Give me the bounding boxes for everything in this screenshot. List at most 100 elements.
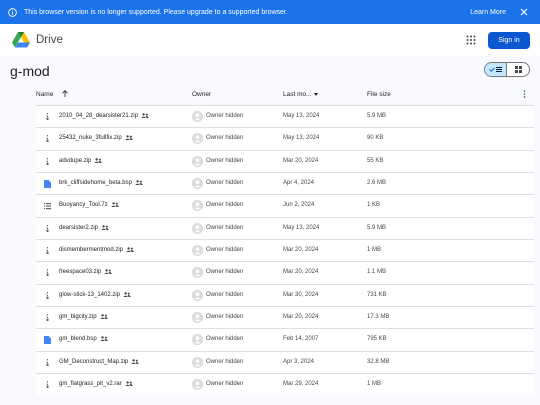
file-name-text: 2010_04_28_dearsister21.zip — [59, 113, 139, 120]
file-name-text: freespace03.zip — [59, 269, 102, 276]
grid-view-button[interactable] — [507, 63, 529, 76]
sign-in-button[interactable]: Sign in — [488, 31, 530, 49]
owner-text: Owner hidden — [206, 269, 244, 276]
shared-icon — [99, 314, 108, 320]
more-options-icon[interactable] — [523, 90, 526, 98]
list-view-button[interactable] — [485, 63, 508, 76]
shared-icon — [124, 381, 133, 387]
file-name[interactable]: freespace03.zip — [59, 269, 113, 276]
file-size-text: 55 KB — [367, 157, 384, 164]
doc-icon — [44, 180, 51, 189]
file-name[interactable]: gm_flatgrass_pit_v2.rar — [59, 381, 133, 387]
owner-text: Owner hidden — [206, 358, 244, 365]
info-icon — [8, 7, 17, 17]
apps-grid-icon[interactable] — [466, 35, 476, 45]
file-name-text: Buoyancy_Tool.7z — [59, 202, 108, 209]
file-name-text: advdupe.zip — [59, 157, 92, 164]
table-row[interactable]: GM_Deconstruct_Map.zip Owner hidden Apr 3,… — [36, 350, 534, 374]
table-row[interactable]: 2010_04_28_dearsister21.zip Owner hidden M… — [36, 105, 534, 128]
avatar — [192, 289, 203, 301]
avatar — [192, 334, 203, 346]
table-row[interactable]: freespace03.zip Owner hidden Mar 20, 2024 1… — [36, 261, 534, 284]
last-modified-text: Mar 20, 2024 — [283, 247, 319, 254]
learn-more-link[interactable]: Learn More — [470, 9, 506, 16]
file-name[interactable]: brk_cliffsidehome_beta.bsp — [59, 180, 143, 186]
last-modified-text: Jun 2, 2024 — [283, 202, 315, 209]
shared-icon — [131, 358, 140, 364]
file-name[interactable]: dismembermentmod.zip — [59, 247, 134, 253]
list-icon — [496, 67, 502, 72]
avatar — [192, 133, 203, 145]
close-icon[interactable] — [520, 8, 528, 16]
check-icon — [489, 67, 495, 72]
file-name[interactable]: glow-stick-13_1402.zip — [59, 292, 131, 298]
avatar — [192, 111, 203, 122]
file-name-text: gm_flatgrass_pit_v2.rar — [59, 381, 122, 388]
table-row[interactable]: dismembermentmod.zip Owner hidden Mar 20, … — [36, 239, 534, 262]
shared-icon — [110, 202, 119, 208]
file-size-text: 90 KB — [367, 135, 384, 142]
shared-icon — [126, 247, 134, 253]
table-row[interactable]: Buoyancy_Tool.7z Owner hidden Jun 2, 2024 1… — [36, 194, 534, 217]
file-size-text: 5.9 MB — [367, 113, 387, 119]
file-list: 2010_04_28_dearsister21.zip Owner hidden M… — [36, 105, 534, 396]
table-row[interactable]: advdupe.zip Owner hidden Mar 20, 2024 55 KB — [36, 149, 534, 173]
file-size-text: 2.6 MB — [367, 180, 387, 187]
last-modified-text: May 13, 2024 — [283, 135, 320, 142]
view-toggle — [484, 62, 530, 77]
file-name[interactable]: Buoyancy_Tool.7z — [59, 202, 119, 208]
avatar — [192, 200, 203, 212]
last-modified-text: Mar 20, 2024 — [283, 269, 319, 276]
owner-text: Owner hidden — [206, 113, 244, 119]
doc-icon — [44, 336, 51, 345]
file-name[interactable]: dearsister2.zip — [59, 225, 109, 231]
avatar — [192, 312, 203, 324]
file-name[interactable]: advdupe.zip — [59, 157, 103, 164]
file-name-text: gm_bigcity.zip — [59, 314, 97, 321]
file-name[interactable]: GM_Deconstruct_Map.zip — [59, 358, 140, 365]
drive-logo-icon[interactable] — [12, 32, 30, 48]
shared-icon — [99, 336, 108, 342]
owner-text: Owner hidden — [206, 224, 244, 231]
file-name-text: dismembermentmod.zip — [59, 247, 124, 254]
header-name[interactable]: Name — [36, 91, 53, 98]
owner-text: Owner hidden — [206, 180, 244, 187]
last-modified-text: Apr 3, 2024 — [283, 358, 315, 365]
header-owner: Owner — [192, 91, 212, 98]
shared-icon — [104, 269, 113, 275]
header-last-modified[interactable]: Last mo... — [283, 91, 312, 98]
table-row[interactable]: gm_bigcity.zip Owner hidden Mar 20, 2024 17… — [36, 306, 534, 329]
table-row[interactable]: dearsister2.zip Owner hidden May 13, 2024 5… — [36, 216, 534, 240]
zip-icon — [44, 113, 51, 121]
banner-message: This browser version is no longer suppor… — [24, 8, 288, 16]
dropdown-arrow-icon[interactable] — [314, 93, 318, 96]
last-modified-text: May 13, 2024 — [283, 224, 320, 231]
file-name[interactable]: gm_bigcity.zip — [59, 314, 108, 320]
owner-text: Owner hidden — [206, 291, 244, 298]
shared-icon — [135, 180, 143, 186]
app-name[interactable]: Drive — [36, 34, 466, 46]
table-row[interactable]: glow-stick-13_1402.zip Owner hidden Mar 30… — [36, 283, 534, 307]
zip-icon — [44, 269, 51, 277]
last-modified-text: Mar 20, 2024 — [283, 314, 319, 321]
owner-text: Owner hidden — [206, 381, 244, 388]
table-row[interactable]: 25432_nuke_3fullfix.zip Owner hidden May 1… — [36, 127, 534, 150]
table-row[interactable]: brk_cliffsidehome_beta.bsp Owner hidden Ap… — [36, 172, 534, 195]
table-row[interactable]: gm_blend.bsp Owner hidden Feb 14, 2007 795 … — [36, 328, 534, 351]
shared-icon — [123, 291, 131, 297]
zip-icon — [44, 291, 51, 300]
header-file-size: File size — [367, 91, 391, 98]
file-name[interactable]: 25432_nuke_3fullfix.zip — [59, 135, 133, 141]
table-row[interactable]: gm_flatgrass_pit_v2.rar Owner hidden Mar 2… — [36, 373, 534, 396]
sort-arrow-up-icon[interactable] — [62, 90, 68, 97]
file-name[interactable]: gm_blend.bsp — [59, 336, 108, 343]
avatar — [192, 222, 203, 234]
shared-icon — [101, 224, 109, 230]
zip-icon — [44, 381, 51, 389]
folder-title: g-mod — [10, 63, 50, 79]
zip-icon — [44, 247, 51, 255]
file-name[interactable]: 2010_04_28_dearsister21.zip — [59, 113, 149, 119]
last-modified-text: Mar 20, 2024 — [283, 157, 319, 164]
avatar — [192, 379, 203, 391]
shared-icon — [141, 113, 149, 118]
